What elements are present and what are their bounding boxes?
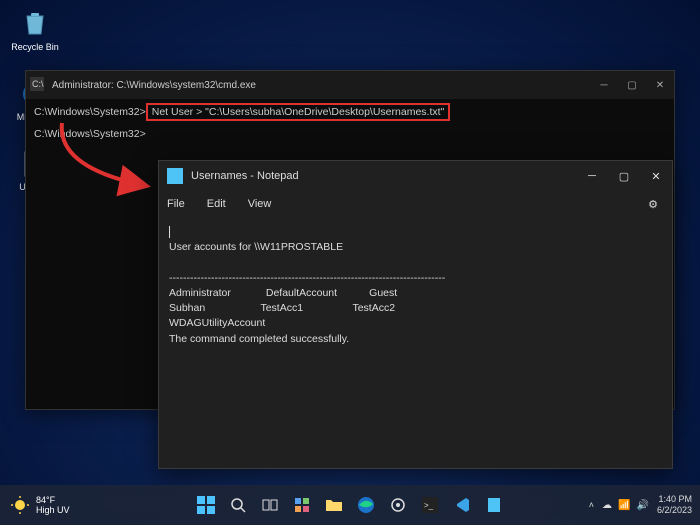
cmd-body[interactable]: C:\Windows\System32>Net User > "C:\Users… xyxy=(26,99,674,149)
menu-file[interactable]: File xyxy=(167,198,185,210)
settings-gear-icon[interactable]: ⚙ xyxy=(648,198,658,211)
onedrive-icon[interactable]: ☁ xyxy=(602,500,612,511)
notepad-text-area[interactable]: User accounts for \\W11PROSTABLE -------… xyxy=(159,217,672,355)
weather-temp: 84°F xyxy=(36,495,70,505)
minimize-button[interactable]: ─ xyxy=(590,71,618,99)
menu-edit[interactable]: Edit xyxy=(207,198,226,210)
cmd-taskbar-button[interactable]: >_ xyxy=(416,491,444,519)
close-button[interactable]: ✕ xyxy=(640,161,672,191)
notepad-menubar: File Edit View ⚙ xyxy=(159,191,672,217)
system-tray[interactable]: ☁ 📶 🔊 xyxy=(602,500,649,511)
desktop-icon-label: Recycle Bin xyxy=(11,42,59,52)
clock-date: 6/2/2023 xyxy=(657,505,692,516)
vscode-taskbar-button[interactable] xyxy=(448,491,476,519)
notepad-window[interactable]: Usernames - Notepad ─ ▢ ✕ File Edit View… xyxy=(158,160,673,469)
task-view-button[interactable] xyxy=(256,491,284,519)
maximize-button[interactable]: ▢ xyxy=(618,71,646,99)
taskbar-clock[interactable]: 1:40 PM 6/2/2023 xyxy=(657,494,692,516)
clock-time: 1:40 PM xyxy=(657,494,692,505)
minimize-button[interactable]: ─ xyxy=(576,161,608,191)
recycle-bin-icon xyxy=(19,8,51,40)
menu-view[interactable]: View xyxy=(248,198,272,210)
close-button[interactable]: ✕ xyxy=(646,71,674,99)
notepad-titlebar[interactable]: Usernames - Notepad ─ ▢ ✕ xyxy=(159,161,672,191)
cmd-titlebar[interactable]: C:\ Administrator: C:\Windows\system32\c… xyxy=(26,71,674,99)
widgets-button[interactable] xyxy=(288,491,316,519)
taskbar-weather[interactable]: 84°F High UV xyxy=(10,495,70,515)
svg-text:>_: >_ xyxy=(424,501,434,510)
maximize-button[interactable]: ▢ xyxy=(608,161,640,191)
desktop-icon-recycle-bin[interactable]: Recycle Bin xyxy=(10,8,60,52)
tray-chevron-icon[interactable]: ˄ xyxy=(589,500,594,510)
taskbar-right: ˄ ☁ 📶 🔊 1:40 PM 6/2/2023 xyxy=(589,494,692,516)
taskbar-center: >_ xyxy=(192,491,508,519)
taskbar: 84°F High UV >_ ˄ ☁ 📶 🔊 1:40 PM 6/2/2023 xyxy=(0,485,700,525)
explorer-button[interactable] xyxy=(320,491,348,519)
volume-icon[interactable]: 🔊 xyxy=(637,500,649,511)
cmd-icon: C:\ xyxy=(30,77,48,94)
text-cursor xyxy=(169,226,170,238)
cmd-prompt: C:\Windows\System32> xyxy=(34,128,146,140)
search-button[interactable] xyxy=(224,491,252,519)
highlighted-command: Net User > "C:\Users\subha\OneDrive\Desk… xyxy=(146,103,451,121)
notepad-content: User accounts for \\W11PROSTABLE -------… xyxy=(169,241,445,344)
cmd-title-text: Administrator: C:\Windows\system32\cmd.e… xyxy=(52,80,256,91)
notepad-taskbar-button[interactable] xyxy=(480,491,508,519)
start-button[interactable] xyxy=(192,491,220,519)
cmd-prompt: C:\Windows\System32> xyxy=(34,106,146,118)
wifi-icon[interactable]: 📶 xyxy=(618,500,630,511)
settings-taskbar-button[interactable] xyxy=(384,491,412,519)
weather-desc: High UV xyxy=(36,505,70,515)
weather-icon xyxy=(10,495,30,515)
svg-text:C:\: C:\ xyxy=(32,79,44,89)
notepad-icon xyxy=(167,168,183,184)
edge-taskbar-button[interactable] xyxy=(352,491,380,519)
notepad-title-text: Usernames - Notepad xyxy=(191,170,299,182)
